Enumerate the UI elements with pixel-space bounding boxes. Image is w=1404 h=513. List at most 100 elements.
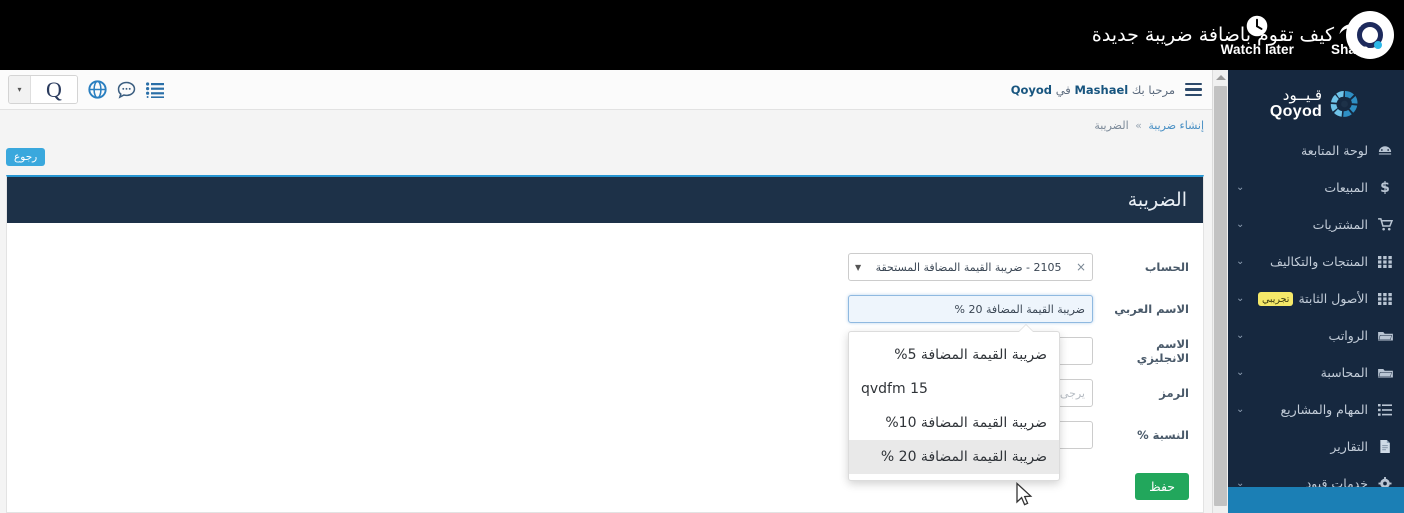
brand-arabic: قـيــود bbox=[1282, 86, 1323, 104]
sidebar-item-5[interactable]: الرواتب ⌄ bbox=[1228, 317, 1404, 354]
list-icon bbox=[1376, 403, 1394, 416]
sidebar-bottom-bar bbox=[1228, 487, 1404, 513]
sidebar-brand[interactable]: قـيــود Qoyod bbox=[1228, 70, 1404, 132]
watch-later-button[interactable]: Watch later bbox=[1221, 13, 1294, 57]
chevron-down-icon[interactable]: ⌄ bbox=[1236, 293, 1248, 304]
topbar-left-group: ▾ Q bbox=[8, 75, 164, 104]
browser-profile-combo[interactable]: ▾ Q bbox=[8, 75, 78, 104]
screenshot-root: كيف تقوم باضافة ضريبة جديدة Watch later bbox=[0, 0, 1404, 513]
save-button[interactable]: حفظ bbox=[1135, 473, 1189, 500]
sidebar-item-1[interactable]: $ المبيعات ⌄ bbox=[1228, 169, 1404, 206]
label-english-name: الاسم الانجليزي bbox=[1136, 337, 1189, 365]
watch-later-label: Watch later bbox=[1220, 42, 1294, 57]
sidebar-item-label: المحاسبة bbox=[1320, 365, 1368, 380]
account-select[interactable]: × 2105 - ضريبة القيمة المضافة المستحقة ▼ bbox=[848, 253, 1093, 281]
brand-english: Qoyod bbox=[1269, 103, 1323, 120]
comment-icon[interactable] bbox=[117, 81, 136, 99]
chevron-down-icon[interactable]: ▾ bbox=[9, 76, 31, 103]
label-account: الحساب bbox=[1144, 260, 1189, 274]
sidebar-item-label: التقارير bbox=[1330, 439, 1368, 454]
account-select-value: 2105 - ضريبة القيمة المضافة المستحقة bbox=[875, 260, 1062, 274]
share-arrow-icon bbox=[1336, 13, 1364, 39]
sidebar-item-6[interactable]: المحاسبة ⌄ bbox=[1228, 354, 1404, 391]
sidebar-item-2[interactable]: المشتريات ⌄ bbox=[1228, 206, 1404, 243]
app-viewport: قـيــود Qoyod لوحة المتابعة $ المبيعات ⌄ الم… bbox=[0, 70, 1404, 513]
label-arabic-name: الاسم العربي bbox=[1114, 302, 1189, 316]
list-icon[interactable] bbox=[146, 81, 164, 98]
label-code: الرمز bbox=[1159, 386, 1189, 400]
arabic-name-input[interactable] bbox=[848, 295, 1093, 323]
folder-icon bbox=[1376, 367, 1394, 379]
grid-icon bbox=[1376, 292, 1394, 305]
sidebar-item-label: الرواتب bbox=[1328, 328, 1368, 343]
dollar-icon: $ bbox=[1380, 179, 1390, 196]
grid-icon bbox=[1376, 255, 1394, 268]
chevron-down-icon[interactable]: ⌄ bbox=[1236, 256, 1248, 267]
file-icon bbox=[1376, 440, 1394, 453]
autocomplete-item-2[interactable]: ضريبة القيمة المضافة 10% bbox=[849, 406, 1059, 440]
welcome-app: Qoyod bbox=[1010, 82, 1053, 97]
sidebar-item-label: المنتجات والتكاليف bbox=[1270, 254, 1368, 269]
mouse-cursor-icon bbox=[1016, 482, 1033, 506]
form-body: الحساب × 2105 - ضريبة القيمة المضافة الم… bbox=[7, 223, 1203, 513]
video-overlay-bar: كيف تقوم باضافة ضريبة جديدة Watch later bbox=[0, 0, 1404, 70]
share-label: Share bbox=[1330, 42, 1370, 57]
arabic-name-wrap: ضريبة القيمة المضافة 5%qvdfm 15ضريبة الق… bbox=[848, 295, 1093, 506]
account-select-wrap: × 2105 - ضريبة القيمة المضافة المستحقة ▼ bbox=[848, 253, 1093, 281]
q-letter-icon[interactable]: Q bbox=[31, 76, 77, 103]
chevron-down-icon[interactable]: ▼ bbox=[855, 263, 861, 272]
page-scrollbar[interactable] bbox=[1212, 70, 1228, 513]
trial-badge: تجريبي bbox=[1258, 292, 1294, 307]
sidebar-item-label: المشتريات bbox=[1312, 217, 1368, 232]
breadcrumb-parent[interactable]: الضريبة bbox=[1094, 119, 1128, 132]
clear-icon[interactable]: × bbox=[1076, 260, 1086, 274]
autocomplete-dropdown: ضريبة القيمة المضافة 5% qvdfm 15 ضريبة الق… bbox=[848, 331, 1060, 506]
chevron-down-icon[interactable]: ⌄ bbox=[1236, 404, 1248, 415]
chevron-down-icon[interactable]: ⌄ bbox=[1236, 182, 1248, 193]
card-title: الضريبة bbox=[7, 177, 1203, 223]
autocomplete-item-3[interactable]: ضريبة القيمة المضافة 20 % bbox=[849, 440, 1059, 474]
sidebar-item-label: الأصول الثابتةتجريبي bbox=[1256, 291, 1368, 307]
sidebar-item-label: المبيعات bbox=[1324, 180, 1368, 195]
breadcrumb-current[interactable]: إنشاء ضريبة bbox=[1148, 119, 1204, 132]
chevron-down-icon[interactable]: ⌄ bbox=[1236, 367, 1248, 378]
welcome-user: Mashael bbox=[1074, 82, 1129, 97]
qoyod-logo-icon bbox=[1328, 89, 1362, 119]
topbar-right-group: مرحبا بك Mashael في Qoyod bbox=[1011, 83, 1202, 97]
tax-form-card: الضريبة الحساب × 2105 - ضريبة القيمة الم… bbox=[6, 175, 1204, 513]
sidebar-item-8[interactable]: التقارير bbox=[1228, 428, 1404, 465]
sidebar-item-7[interactable]: المهام والمشاريع ⌄ bbox=[1228, 391, 1404, 428]
chevron-down-icon[interactable]: ⌄ bbox=[1236, 219, 1248, 230]
globe-icon[interactable] bbox=[88, 80, 107, 99]
share-button[interactable]: Share bbox=[1320, 13, 1380, 57]
hamburger-icon[interactable] bbox=[1185, 82, 1202, 97]
label-rate: النسبة % bbox=[1137, 428, 1189, 442]
sidebar-item-0[interactable]: لوحة المتابعة bbox=[1228, 132, 1404, 169]
chevron-down-icon[interactable]: ⌄ bbox=[1236, 330, 1248, 341]
welcome-middle: في bbox=[1055, 82, 1071, 97]
sidebar-item-label: المهام والمشاريع bbox=[1280, 402, 1368, 417]
welcome-prefix: مرحبا بك bbox=[1131, 82, 1175, 97]
main-sidebar: قـيــود Qoyod لوحة المتابعة $ المبيعات ⌄ الم… bbox=[1228, 70, 1404, 513]
dashboard-icon bbox=[1376, 145, 1394, 157]
scrollbar-thumb[interactable] bbox=[1214, 86, 1227, 506]
autocomplete-item-1[interactable]: qvdfm 15 bbox=[849, 372, 1059, 406]
field-row-arabic-name: الاسم العربي ضريبة القيمة المضافة 5%qvdf… bbox=[848, 295, 1189, 506]
video-actions: Watch later Share bbox=[1221, 0, 1404, 70]
cart-icon bbox=[1376, 218, 1394, 231]
field-row-account: الحساب × 2105 - ضريبة القيمة المضافة الم… bbox=[848, 253, 1189, 281]
sidebar-nav-list: لوحة المتابعة $ المبيعات ⌄ المشتريات ⌄ المنتجا… bbox=[1228, 132, 1404, 502]
clock-icon bbox=[1244, 13, 1270, 39]
scroll-up-arrow-icon[interactable] bbox=[1215, 75, 1226, 80]
back-button[interactable]: رجوع bbox=[6, 148, 46, 166]
breadcrumb-separator: » bbox=[1135, 119, 1142, 132]
breadcrumb-row: إنشاء ضريبة » الضريبة bbox=[0, 110, 1212, 144]
welcome-message: مرحبا بك Mashael في Qoyod bbox=[1011, 83, 1175, 97]
app-topbar: مرحبا بك Mashael في Qoyod ▾ Q bbox=[0, 70, 1212, 110]
folder-icon bbox=[1376, 330, 1394, 342]
main-content: مرحبا بك Mashael في Qoyod ▾ Q إنشاء ضريب… bbox=[0, 70, 1212, 513]
sidebar-item-label: لوحة المتابعة bbox=[1301, 143, 1368, 158]
sidebar-item-3[interactable]: المنتجات والتكاليف ⌄ bbox=[1228, 243, 1404, 280]
sidebar-item-4[interactable]: الأصول الثابتةتجريبي ⌄ bbox=[1228, 280, 1404, 317]
autocomplete-item-0[interactable]: ضريبة القيمة المضافة 5% bbox=[849, 338, 1059, 372]
